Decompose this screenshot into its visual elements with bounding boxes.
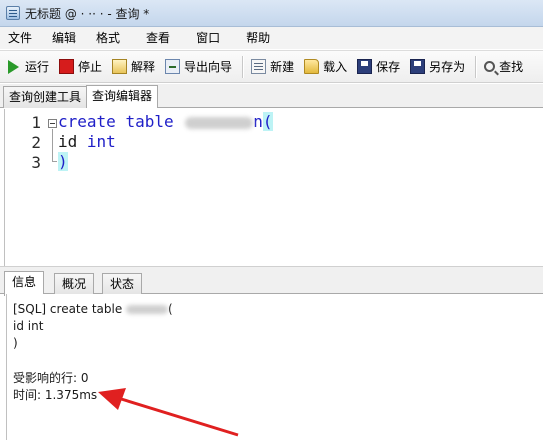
menu-edit[interactable]: 编辑 — [44, 27, 88, 49]
app-icon — [6, 6, 20, 20]
tab-query-builder[interactable]: 查询创建工具 — [3, 86, 88, 108]
explain-button[interactable]: 解释 — [108, 55, 159, 79]
explain-icon — [112, 59, 128, 74]
close-paren: ) — [58, 152, 68, 171]
menu-bar: 文件 编辑 格式 查看 窗口 帮助 — [0, 27, 543, 49]
tab-status[interactable]: 状态 — [102, 273, 143, 295]
save-label: 保存 — [376, 60, 401, 74]
window-title: 无标题 @ · ·· · - 查询 * — [25, 6, 150, 21]
menu-view[interactable]: 查看 — [132, 27, 182, 49]
tab-query-editor[interactable]: 查询编辑器 — [86, 85, 159, 108]
result-line-3: ) — [13, 336, 18, 350]
sql-prefix: [SQL] create table — [13, 302, 127, 316]
stop-icon — [59, 59, 75, 74]
code-line-3: ) — [58, 152, 68, 172]
load-label: 载入 — [323, 60, 348, 74]
code-line-1: create table n( — [58, 112, 273, 132]
menu-help[interactable]: 帮助 — [232, 27, 282, 49]
sql-editor[interactable]: 1 2 3 create table n( id int ) — [4, 109, 543, 266]
export-wizard-button[interactable]: 导出向导 — [161, 55, 236, 79]
save-as-label: 另存为 — [429, 60, 466, 74]
fold-collapse-icon[interactable] — [48, 119, 57, 128]
query-tabs: 查询创建工具 查询编辑器 — [0, 84, 543, 108]
result-tabs: 信息 概况 状态 — [0, 266, 543, 296]
save-as-button[interactable]: 另存为 — [406, 55, 469, 79]
save-icon — [357, 59, 373, 74]
new-button[interactable]: 新建 — [247, 55, 298, 79]
fold-guide-end — [52, 161, 57, 162]
save-as-icon — [410, 59, 426, 74]
export-icon — [165, 59, 181, 74]
new-query-icon — [251, 59, 267, 74]
fold-guide — [52, 129, 53, 162]
folder-icon — [304, 59, 320, 74]
result-sql-line: [SQL] create table ( — [13, 301, 173, 317]
save-button[interactable]: 保存 — [353, 55, 404, 79]
load-button[interactable]: 载入 — [300, 55, 351, 79]
keyword-table: table — [125, 112, 174, 131]
menu-window[interactable]: 窗口 — [182, 27, 232, 49]
toolbar: 运行 停止 解释 导出向导 新建 载入 保存 另存为 查找 — [0, 50, 543, 83]
search-icon — [484, 61, 496, 72]
explain-label: 解释 — [131, 60, 156, 74]
menu-file[interactable]: 文件 — [0, 27, 44, 49]
stop-button[interactable]: 停止 — [55, 55, 106, 79]
tab-summary[interactable]: 概况 — [54, 273, 95, 295]
menu-format[interactable]: 格式 — [88, 27, 132, 49]
run-label: 运行 — [25, 60, 50, 74]
result-line-2: id int — [13, 319, 44, 333]
find-label: 查找 — [499, 60, 524, 74]
export-label: 导出向导 — [184, 60, 233, 74]
line-number: 2 — [31, 133, 41, 152]
new-label: 新建 — [270, 60, 295, 74]
title-bar: 无标题 @ · ·· · - 查询 * — [0, 0, 543, 27]
message-panel: [SQL] create table ( id int ) 受影响的行: 0 时… — [6, 294, 543, 440]
keyword-create: create — [58, 112, 116, 131]
redacted-table-name — [126, 305, 169, 314]
stop-label: 停止 — [78, 60, 103, 74]
column-name: id — [58, 132, 78, 151]
column-type: int — [86, 132, 116, 151]
sql-suffix: ( — [168, 302, 173, 316]
code-line-2: id int — [58, 132, 116, 152]
line-number: 1 — [31, 113, 41, 132]
redacted-table-name — [185, 116, 254, 129]
execution-time: 时间: 1.375ms — [13, 388, 98, 402]
play-icon — [8, 59, 19, 74]
toolbar-separator — [475, 55, 477, 78]
toolbar-separator — [242, 55, 244, 78]
affected-rows: 受影响的行: 0 — [13, 371, 89, 385]
run-button[interactable]: 运行 — [4, 55, 53, 79]
line-number: 3 — [31, 153, 41, 172]
open-paren: ( — [262, 112, 273, 131]
table-name-tail: n — [253, 112, 263, 131]
find-button[interactable]: 查找 — [480, 55, 527, 79]
tab-info[interactable]: 信息 — [4, 271, 45, 296]
